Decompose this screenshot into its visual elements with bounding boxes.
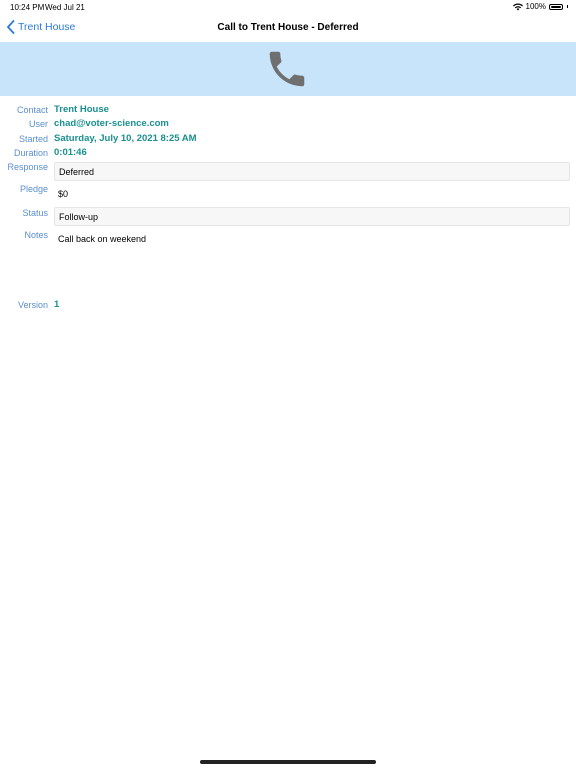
- response-dropdown[interactable]: Deferred: [54, 162, 570, 181]
- status-date: Wed Jul 21: [45, 3, 85, 12]
- contact-label: Contact: [16, 105, 48, 115]
- started-value: Saturday, July 10, 2021 8:25 AM: [54, 133, 197, 144]
- page-title: Call to Trent House - Deferred: [217, 22, 359, 33]
- user-label: User: [28, 119, 48, 129]
- user-value: chad@voter-science.com: [54, 118, 169, 129]
- battery-icon: [549, 3, 563, 10]
- started-label: Started: [18, 134, 48, 144]
- pledge-field[interactable]: $0: [54, 184, 570, 203]
- version-value: 1: [54, 299, 60, 310]
- response-label: Response: [7, 162, 48, 172]
- battery-nub: [567, 5, 568, 8]
- wifi-icon: [512, 2, 523, 10]
- navigation-bar: Trent House Call to Trent House - Deferr…: [0, 14, 576, 43]
- phone-icon: [269, 51, 305, 87]
- status-value: Follow-up: [59, 211, 99, 222]
- notes-textarea[interactable]: Call back on weekend: [54, 229, 570, 289]
- status-indicators: 100%: [512, 2, 568, 11]
- response-value: Deferred: [59, 166, 95, 177]
- notes-label: Notes: [24, 230, 48, 240]
- duration-value: 0:01:46: [54, 147, 87, 158]
- version-label: Version: [17, 300, 48, 310]
- status-dropdown[interactable]: Follow-up: [54, 207, 570, 226]
- status-label: Status: [22, 208, 48, 218]
- pledge-value: $0: [58, 188, 69, 199]
- pledge-label: Pledge: [19, 184, 48, 194]
- notes-value: Call back on weekend: [58, 234, 147, 244]
- status-bar: 10:24 PM Wed Jul 21 100%: [0, 0, 576, 14]
- status-time: 10:24 PM: [10, 3, 45, 12]
- contact-value[interactable]: Trent House: [54, 104, 109, 115]
- battery-percent: 100%: [525, 2, 546, 11]
- call-banner: [0, 42, 576, 96]
- home-indicator[interactable]: [200, 760, 376, 764]
- duration-label: Duration: [13, 148, 48, 158]
